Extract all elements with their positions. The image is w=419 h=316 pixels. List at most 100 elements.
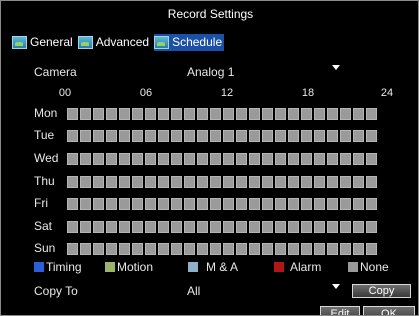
schedule-cell[interactable] <box>67 108 78 120</box>
schedule-cell[interactable] <box>249 198 260 210</box>
schedule-cell[interactable] <box>119 243 130 255</box>
schedule-cell[interactable] <box>171 198 182 210</box>
schedule-cell[interactable] <box>210 243 221 255</box>
schedule-cell[interactable] <box>119 130 130 142</box>
schedule-cell[interactable] <box>327 221 338 233</box>
schedule-cell[interactable] <box>80 221 91 233</box>
schedule-cell[interactable] <box>119 198 130 210</box>
schedule-cell[interactable] <box>80 198 91 210</box>
schedule-cell[interactable] <box>210 198 221 210</box>
schedule-cell[interactable] <box>301 176 312 188</box>
schedule-cell[interactable] <box>106 153 117 165</box>
schedule-row-sun[interactable] <box>67 243 377 255</box>
schedule-cell[interactable] <box>67 198 78 210</box>
schedule-cell[interactable] <box>184 130 195 142</box>
schedule-cell[interactable] <box>132 221 143 233</box>
schedule-cell[interactable] <box>314 153 325 165</box>
schedule-cell[interactable] <box>236 176 247 188</box>
schedule-cell[interactable] <box>249 221 260 233</box>
copy-button[interactable]: Copy <box>352 284 411 298</box>
schedule-cell[interactable] <box>223 130 234 142</box>
schedule-cell[interactable] <box>158 221 169 233</box>
schedule-cell[interactable] <box>353 221 364 233</box>
schedule-cell[interactable] <box>314 198 325 210</box>
schedule-cell[interactable] <box>262 198 273 210</box>
schedule-cell[interactable] <box>314 243 325 255</box>
schedule-cell[interactable] <box>366 130 377 142</box>
schedule-cell[interactable] <box>262 243 273 255</box>
schedule-cell[interactable] <box>171 130 182 142</box>
schedule-cell[interactable] <box>301 130 312 142</box>
schedule-cell[interactable] <box>80 108 91 120</box>
schedule-cell[interactable] <box>158 243 169 255</box>
schedule-cell[interactable] <box>288 198 299 210</box>
schedule-cell[interactable] <box>340 108 351 120</box>
schedule-cell[interactable] <box>93 176 104 188</box>
schedule-cell[interactable] <box>366 221 377 233</box>
schedule-cell[interactable] <box>145 153 156 165</box>
schedule-cell[interactable] <box>184 198 195 210</box>
schedule-cell[interactable] <box>158 130 169 142</box>
schedule-cell[interactable] <box>171 176 182 188</box>
schedule-cell[interactable] <box>262 221 273 233</box>
schedule-cell[interactable] <box>327 130 338 142</box>
schedule-cell[interactable] <box>288 176 299 188</box>
schedule-cell[interactable] <box>236 198 247 210</box>
schedule-cell[interactable] <box>262 108 273 120</box>
schedule-cell[interactable] <box>93 221 104 233</box>
schedule-cell[interactable] <box>210 130 221 142</box>
schedule-cell[interactable] <box>275 130 286 142</box>
schedule-cell[interactable] <box>301 198 312 210</box>
schedule-cell[interactable] <box>275 243 286 255</box>
schedule-cell[interactable] <box>106 130 117 142</box>
schedule-cell[interactable] <box>288 108 299 120</box>
schedule-cell[interactable] <box>145 176 156 188</box>
schedule-cell[interactable] <box>262 153 273 165</box>
schedule-cell[interactable] <box>301 108 312 120</box>
schedule-cell[interactable] <box>353 198 364 210</box>
schedule-cell[interactable] <box>145 221 156 233</box>
tab-schedule[interactable]: Schedule <box>154 33 225 51</box>
tab-general[interactable]: General <box>12 34 75 51</box>
schedule-cell[interactable] <box>158 153 169 165</box>
schedule-cell[interactable] <box>67 153 78 165</box>
schedule-cell[interactable] <box>340 221 351 233</box>
schedule-cell[interactable] <box>340 198 351 210</box>
schedule-cell[interactable] <box>197 221 208 233</box>
schedule-cell[interactable] <box>366 243 377 255</box>
schedule-cell[interactable] <box>249 243 260 255</box>
schedule-cell[interactable] <box>184 221 195 233</box>
schedule-cell[interactable] <box>197 176 208 188</box>
schedule-row-tue[interactable] <box>67 130 377 142</box>
schedule-row-wed[interactable] <box>67 153 377 165</box>
tab-advanced[interactable]: Advanced <box>77 34 151 51</box>
schedule-cell[interactable] <box>93 198 104 210</box>
schedule-cell[interactable] <box>366 176 377 188</box>
schedule-row-fri[interactable] <box>67 198 377 210</box>
schedule-cell[interactable] <box>197 198 208 210</box>
schedule-cell[interactable] <box>119 176 130 188</box>
schedule-cell[interactable] <box>132 108 143 120</box>
schedule-cell[interactable] <box>366 108 377 120</box>
schedule-cell[interactable] <box>106 176 117 188</box>
schedule-cell[interactable] <box>340 153 351 165</box>
schedule-cell[interactable] <box>184 153 195 165</box>
schedule-cell[interactable] <box>67 243 78 255</box>
schedule-cell[interactable] <box>67 221 78 233</box>
schedule-cell[interactable] <box>210 221 221 233</box>
schedule-cell[interactable] <box>119 108 130 120</box>
legend-timing[interactable]: Timing <box>34 260 82 274</box>
schedule-cell[interactable] <box>236 243 247 255</box>
schedule-row-mon[interactable] <box>67 108 377 120</box>
schedule-cell[interactable] <box>132 243 143 255</box>
schedule-cell[interactable] <box>132 198 143 210</box>
schedule-row-sat[interactable] <box>67 221 377 233</box>
schedule-cell[interactable] <box>262 130 273 142</box>
schedule-cell[interactable] <box>132 176 143 188</box>
schedule-cell[interactable] <box>353 176 364 188</box>
schedule-cell[interactable] <box>275 153 286 165</box>
schedule-cell[interactable] <box>197 153 208 165</box>
schedule-cell[interactable] <box>314 108 325 120</box>
schedule-cell[interactable] <box>80 130 91 142</box>
schedule-cell[interactable] <box>249 176 260 188</box>
